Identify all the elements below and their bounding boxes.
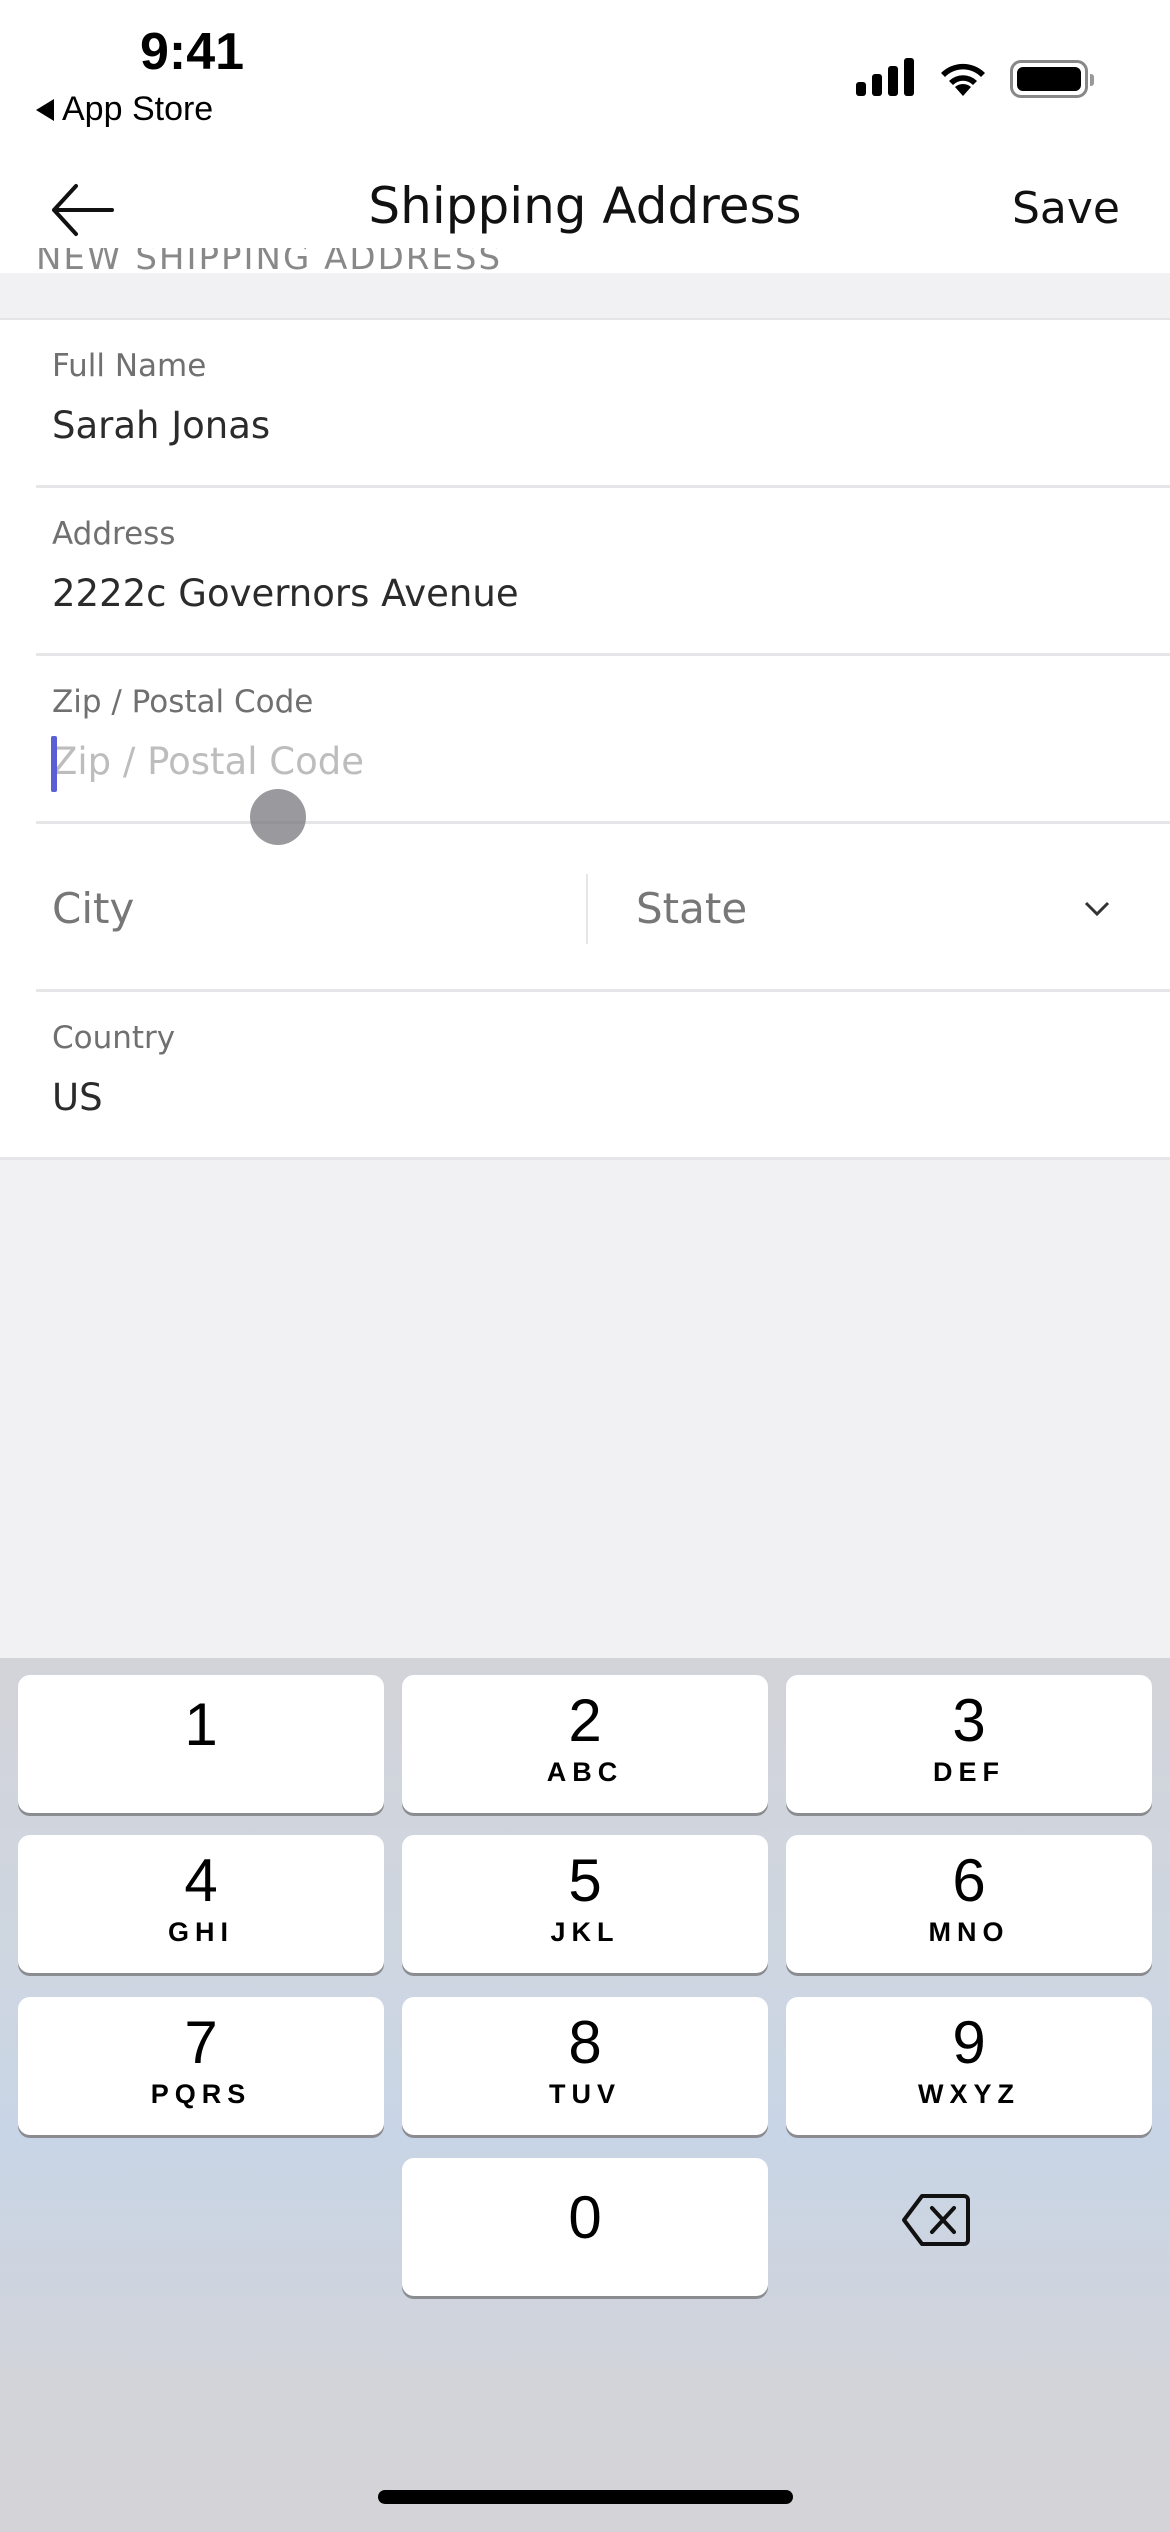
key-digit: 2 — [568, 1687, 602, 1754]
key-letters: PQRS — [150, 2079, 252, 2109]
key-letters: ABC — [546, 1757, 624, 1787]
chevron-down-icon — [1084, 901, 1110, 917]
key-4[interactable]: 4 GHI — [18, 1835, 384, 1973]
country-label: Country — [52, 1020, 176, 1056]
key-digit: 0 — [568, 2184, 602, 2251]
key-digit: 1 — [184, 1691, 218, 1758]
full-name-label: Full Name — [52, 348, 207, 384]
key-letters: DEF — [933, 1757, 1005, 1787]
key-1[interactable]: 1 — [18, 1675, 384, 1813]
city-state-row: City State — [0, 824, 1170, 992]
back-to-app-store[interactable]: App Store — [36, 90, 213, 129]
cellular-signal-icon — [856, 58, 914, 96]
back-app-label: App Store — [62, 90, 214, 128]
key-digit: 4 — [184, 1847, 218, 1914]
country-value: US — [52, 1076, 103, 1119]
backspace-icon[interactable] — [900, 2190, 972, 2250]
status-bar: 9:41 App Store — [0, 0, 1170, 145]
wifi-icon — [941, 63, 985, 96]
state-select[interactable]: State — [636, 824, 1136, 992]
full-name-field[interactable]: Full Name Sarah Jonas — [0, 320, 1170, 488]
key-letters: TUV — [549, 2079, 621, 2109]
key-0[interactable]: 0 — [402, 2158, 768, 2296]
zip-placeholder: Zip / Postal Code — [52, 740, 364, 783]
key-9[interactable]: 9 WXYZ — [786, 1997, 1152, 2135]
full-name-value: Sarah Jonas — [52, 404, 271, 447]
city-field[interactable]: City — [52, 824, 572, 992]
key-2[interactable]: 2 ABC — [402, 1675, 768, 1813]
key-digit: 6 — [952, 1847, 986, 1914]
address-form: Full Name Sarah Jonas Address 2222c Gove… — [0, 318, 1170, 1160]
state-placeholder: State — [636, 883, 748, 933]
key-digit: 8 — [568, 2009, 602, 2076]
zip-field[interactable]: Zip / Postal Code Zip / Postal Code — [0, 656, 1170, 824]
status-time: 9:41 — [140, 23, 245, 81]
home-indicator — [378, 2490, 793, 2504]
key-letters: GHI — [167, 1917, 234, 1947]
key-6[interactable]: 6 MNO — [786, 1835, 1152, 1973]
address-value: 2222c Governors Avenue — [52, 572, 519, 615]
city-placeholder: City — [52, 883, 135, 933]
address-field[interactable]: Address 2222c Governors Avenue — [0, 488, 1170, 656]
key-digit: 9 — [952, 2009, 986, 2076]
divider — [586, 874, 588, 944]
save-button[interactable]: Save — [1012, 183, 1120, 234]
key-3[interactable]: 3 DEF — [786, 1675, 1152, 1813]
key-digit: 5 — [568, 1847, 602, 1914]
section-header: NEW SHIPPING ADDRESS — [36, 248, 503, 276]
battery-icon — [1010, 60, 1094, 98]
numeric-keypad: 1 2 ABC 3 DEF 4 GHI 5 JKL 6 MNO 7 PQRS 8 TUV 9 WXYZ 0 — [0, 1658, 1170, 2532]
zip-label: Zip / Postal Code — [52, 684, 314, 720]
key-letters: WXYZ — [918, 2079, 1020, 2109]
key-8[interactable]: 8 TUV — [402, 1997, 768, 2135]
key-5[interactable]: 5 JKL — [402, 1835, 768, 1973]
key-digit: 3 — [952, 1687, 986, 1754]
country-field[interactable]: Country US — [0, 992, 1170, 1160]
address-label: Address — [52, 516, 176, 552]
text-cursor — [51, 736, 57, 792]
key-digit: 7 — [184, 2009, 218, 2076]
key-letters: MNO — [928, 1917, 1010, 1947]
key-7[interactable]: 7 PQRS — [18, 1997, 384, 2135]
page-title: Shipping Address — [368, 177, 802, 235]
key-letters: JKL — [550, 1917, 620, 1947]
touch-indicator — [250, 789, 306, 845]
back-triangle-icon — [36, 98, 54, 121]
